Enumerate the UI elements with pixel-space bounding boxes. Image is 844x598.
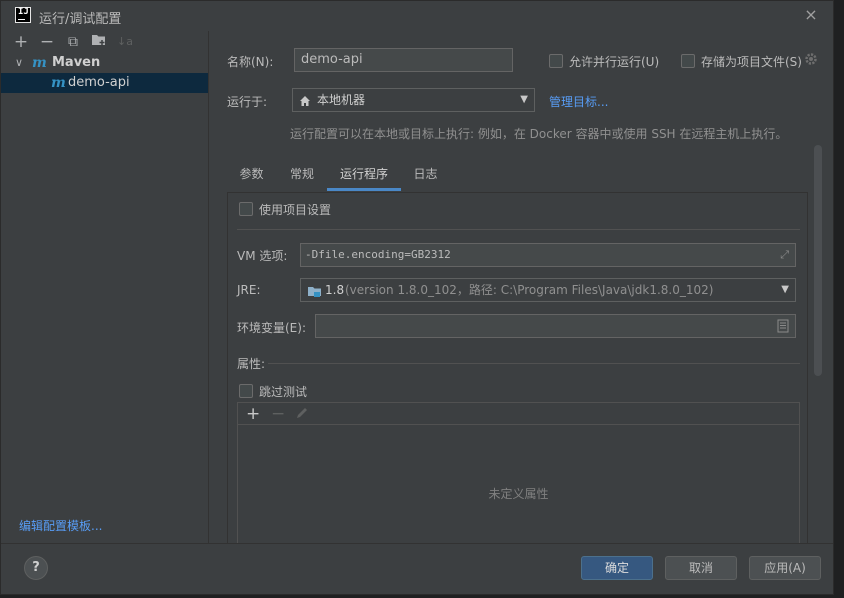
maven-icon: m <box>51 75 66 91</box>
tree-node-maven[interactable]: ∨ m Maven <box>1 53 208 73</box>
folder-icon <box>92 35 105 45</box>
store-as-project-file-checkbox[interactable] <box>681 54 695 68</box>
run-on-value: 本地机器 <box>317 93 366 107</box>
ok-button[interactable]: 确定 <box>581 556 653 580</box>
dropdown-arrow-icon: ▼ <box>520 94 528 105</box>
sort-icon[interactable]: ↓a <box>116 33 134 51</box>
chevron-down-icon[interactable]: ∨ <box>15 53 23 73</box>
remove-property-icon[interactable]: − <box>271 403 285 425</box>
env-vars-input[interactable] <box>315 314 796 338</box>
manage-targets-link[interactable]: 管理目标... <box>549 93 608 110</box>
help-button[interactable]: ? <box>24 556 48 580</box>
vertical-scrollbar[interactable] <box>814 145 822 376</box>
jre-select[interactable]: 1.8 (version 1.8.0_102，路径: C:\Program Fi… <box>300 278 796 302</box>
run-on-label: 运行于: <box>227 95 268 109</box>
use-project-settings-checkbox[interactable] <box>239 202 253 216</box>
jre-detail: (version 1.8.0_102，路径: C:\Program Files\… <box>345 283 714 297</box>
config-tree: ∨ m Maven m demo-api <box>1 53 208 93</box>
close-icon[interactable]: × <box>801 5 821 25</box>
dialog-button-bar: ? 确定 取消 应用(A) <box>1 543 833 594</box>
allow-parallel-checkbox[interactable] <box>549 54 563 68</box>
cancel-button[interactable]: 取消 <box>665 556 737 580</box>
tree-node-label: demo-api <box>68 75 130 90</box>
vm-options-label: VM 选项: <box>237 249 288 263</box>
use-project-settings-label: 使用项目设置 <box>259 203 332 217</box>
runner-tab-content: 使用项目设置 VM 选项: -Dfile.encoding=GB2312 ⤢ J… <box>227 192 808 552</box>
title-bar: IJ 运行/调试配置 × <box>1 1 833 31</box>
expand-icon[interactable]: ⤢ <box>780 244 789 266</box>
name-label: 名称(N): <box>227 55 274 69</box>
document-icon[interactable] <box>777 319 789 341</box>
tab-general[interactable]: 常规 <box>277 161 327 191</box>
properties-empty-text: 未定义属性 <box>488 487 549 501</box>
divider <box>237 229 800 230</box>
home-icon <box>299 89 311 111</box>
tree-node-demo-api[interactable]: m demo-api <box>1 73 208 93</box>
maven-icon: m <box>32 55 47 71</box>
copy-icon[interactable]: ⧉ <box>64 33 82 51</box>
run-on-select[interactable]: 本地机器 ▼ <box>292 88 535 112</box>
window-title: 运行/调试配置 <box>39 12 122 27</box>
config-tree-panel: + − ⧉ ↓a ∨ m Maven m demo-api 编辑配置模板... <box>1 31 209 543</box>
properties-divider <box>268 363 800 364</box>
properties-table: + − 未定义属性 <box>237 402 800 552</box>
apply-button[interactable]: 应用(A) <box>749 556 821 580</box>
add-property-icon[interactable]: + <box>246 403 260 425</box>
jre-label: JRE: <box>237 283 261 297</box>
run-debug-config-dialog: IJ 运行/调试配置 × + − ⧉ ↓a ∨ m Maven m demo-a… <box>0 0 834 595</box>
store-as-project-file-label: 存储为项目文件(S) <box>701 55 802 69</box>
folder-add-icon[interactable] <box>90 33 108 51</box>
properties-toolbar: + − <box>238 403 799 425</box>
gear-icon[interactable] <box>804 52 820 68</box>
skip-tests-checkbox[interactable] <box>239 384 253 398</box>
jre-version: 1.8 <box>325 283 345 297</box>
vm-options-input[interactable]: -Dfile.encoding=GB2312 ⤢ <box>300 243 796 267</box>
tab-runner[interactable]: 运行程序 <box>327 161 401 191</box>
dropdown-arrow-icon: ▼ <box>781 284 789 295</box>
tree-node-label: Maven <box>52 55 101 70</box>
jdk-folder-icon <box>307 284 323 306</box>
edit-templates-link[interactable]: 编辑配置模板... <box>19 517 102 534</box>
remove-icon[interactable]: − <box>38 33 56 51</box>
tab-logs[interactable]: 日志 <box>401 161 450 191</box>
run-on-hint: 运行配置可以在本地或目标上执行: 例如，在 Docker 容器中或使用 SSH … <box>290 127 788 141</box>
add-icon[interactable]: + <box>12 33 30 51</box>
allow-parallel-label: 允许并行运行(U) <box>569 55 660 69</box>
vm-options-value: -Dfile.encoding=GB2312 <box>305 248 451 261</box>
properties-label: 属性: <box>237 357 266 371</box>
edit-property-icon[interactable] <box>295 406 309 423</box>
tree-toolbar: + − ⧉ ↓a <box>1 31 209 53</box>
skip-tests-label: 跳过测试 <box>259 385 308 399</box>
name-input[interactable]: demo-api <box>294 48 513 72</box>
tab-parameters[interactable]: 参数 <box>228 161 275 191</box>
config-form: 名称(N): demo-api 允许并行运行(U) 存储为项目文件(S) 运行于… <box>210 31 833 552</box>
env-vars-label: 环境变量(E): <box>237 321 306 335</box>
intellij-app-icon: IJ <box>15 7 31 23</box>
